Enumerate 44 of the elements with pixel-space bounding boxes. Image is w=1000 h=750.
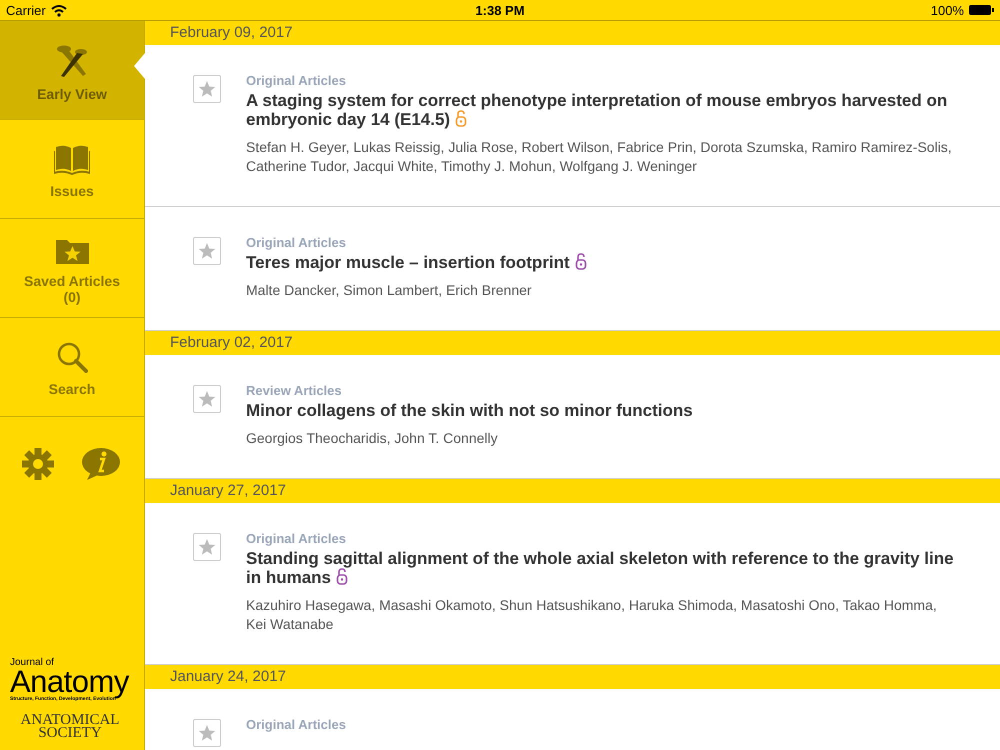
- star-icon: [198, 80, 216, 98]
- date-header: January 27, 2017: [169, 481, 287, 501]
- article-category: Original Articles: [246, 235, 347, 250]
- tab-label: Saved Articles: [24, 272, 120, 288]
- battery-percent: 100%: [930, 2, 964, 18]
- journal-prefix: Journal of: [10, 657, 55, 668]
- date-header: February 09, 2017: [169, 23, 294, 43]
- article-authors: Kazuhiro Hasegawa, Masashi Okamoto, Shun Hatsushikano, Haruka Shimoda, Masatoshi Ono, Takao Homma, Kei Watanabe: [246, 596, 938, 634]
- date-header: February 02, 2017: [169, 333, 294, 353]
- favorite-star-button[interactable]: [193, 719, 221, 747]
- star-icon: [198, 538, 216, 556]
- wifi-icon: [50, 4, 67, 16]
- article-category: Original Articles: [246, 717, 347, 732]
- article-title[interactable]: Standing sagittal alignment of the whole axial skeleton with reference to the gravity line in humans: [246, 549, 960, 587]
- saved-count: (0): [63, 288, 81, 304]
- journal-name: Anatomy: [10, 668, 130, 696]
- favorite-star-button[interactable]: [193, 533, 221, 561]
- favorite-star-button[interactable]: [193, 385, 221, 413]
- settings-icon[interactable]: [21, 447, 55, 481]
- info-icon[interactable]: [81, 447, 121, 481]
- article-category: Original Articles: [246, 73, 347, 88]
- clock-time: 1:38 PM: [475, 2, 525, 18]
- article-title[interactable]: Minor collagens of the skin with not so minor functions: [246, 401, 960, 420]
- tab-label: Search: [48, 381, 96, 397]
- article-authors: Georgios Theocharidis, John T. Connelly: [246, 429, 499, 448]
- favorite-star-button[interactable]: [193, 75, 221, 103]
- article-title[interactable]: Teres major muscle – insertion footprint: [246, 253, 960, 272]
- favorite-star-button[interactable]: [193, 237, 221, 265]
- open-book-icon: [54, 143, 90, 175]
- date-header: January 24, 2017: [169, 667, 287, 687]
- article-authors: Stefan H. Geyer, Lukas Reissig, Julia Rose, Robert Wilson, Fabrice Prin, Dorota Szumska, Ramiro Ramirez-Solis, Catherine Tudor, Jacqui White, Timothy J. Mohun, Wolfgang J. Weninger: [246, 138, 953, 176]
- tab-label: Early View: [37, 86, 107, 102]
- star-icon: [198, 390, 216, 408]
- tab-label: Issues: [50, 183, 94, 199]
- battery-icon: [968, 5, 994, 15]
- article-category: Original Articles: [246, 531, 347, 546]
- star-icon: [198, 724, 216, 742]
- article-authors: Malte Dancker, Simon Lambert, Erich Brenner: [246, 281, 533, 300]
- society-name: ANATOMICAL SOCIETY: [20, 714, 120, 740]
- star-icon: [198, 242, 216, 260]
- carrier-label: Carrier: [6, 2, 46, 18]
- article-title[interactable]: A staging system for correct phenotype interpretation of mouse embryos harvested on embryonic day 14 (E14.5): [246, 91, 960, 129]
- search-icon: [56, 341, 88, 373]
- article-category: Review Articles: [246, 383, 343, 398]
